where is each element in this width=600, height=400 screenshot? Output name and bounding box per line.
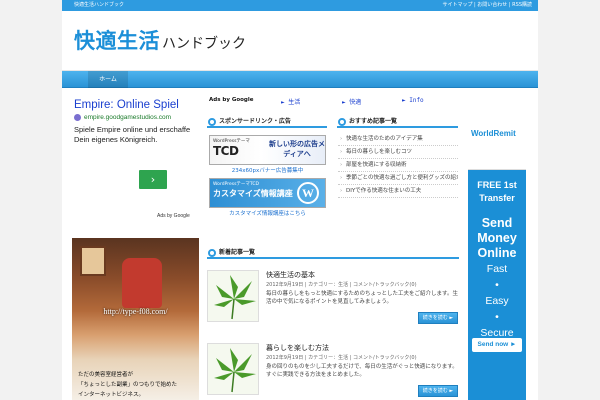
- ad-feature-dot: •: [495, 279, 499, 291]
- ad-title[interactable]: Empire: Online Spiel: [74, 98, 200, 112]
- ad-url-text: empire.goodgamestudios.com: [84, 114, 172, 121]
- tcd-logo: TCD: [213, 144, 239, 158]
- photo-caption-2: 「ちょっとした副業」のつもりで始めた: [78, 382, 178, 388]
- wordpress-icon: W: [297, 182, 319, 204]
- top-bar: 快適生活ハンドブック サイトマップ | お問い合わせ | RSS購読: [62, 0, 538, 11]
- ad-free-transfer: FREE 1st Transfer: [468, 179, 526, 205]
- customize-banner-link[interactable]: カスタマイズ情報講座はこちら: [209, 209, 326, 217]
- new-articles-heading-text: 新着記事一覧: [219, 249, 256, 256]
- right-banner-ad[interactable]: WorldRemit FREE 1st Transfer Send Money …: [468, 104, 526, 400]
- site-tagline: 快適生活ハンドブック: [74, 2, 125, 8]
- heading-ring-icon: [338, 118, 346, 126]
- article-entry: 暮らしを楽しむ方法 2012年9月19日 | カテゴリー：生活 | コメント/ト…: [207, 343, 460, 400]
- ad-link-2[interactable]: ► 快適: [342, 97, 361, 106]
- site-logo[interactable]: 快適生活 ハンドブック: [74, 25, 246, 55]
- logo-sub-text: ハンドブック: [162, 36, 246, 52]
- top-links[interactable]: サイトマップ | お問い合わせ | RSS購読: [442, 1, 532, 8]
- tcd-banner-text: 新しい形の広告メディアへ: [269, 140, 325, 158]
- customize-banner-small: WordPressテーマTCD: [213, 182, 260, 187]
- ads-by-google-links[interactable]: Ads by Google: [209, 97, 253, 103]
- page: 快適生活ハンドブック サイトマップ | お問い合わせ | RSS購読 快適生活ハ…: [0, 0, 600, 400]
- photo-url: http://type-f08.com/: [103, 307, 168, 316]
- heading-ring-icon: [208, 118, 216, 126]
- ad-go-button[interactable]: ›: [139, 170, 167, 189]
- read-more-button[interactable]: 続きを読む ►: [418, 385, 458, 397]
- article-entry: 快適生活の基本 2012年9月19日 | カテゴリー：生活 | コメント/トラッ…: [207, 270, 460, 346]
- global-nav: ホーム: [62, 71, 538, 88]
- list-item[interactable]: DIYで作る快適な住まいの工夫: [338, 185, 458, 198]
- photo-banner[interactable]: http://type-f08.com/ ただの美容室経営者が 「ちょっとした副…: [72, 238, 199, 400]
- article-meta: 2012年9月19日 | カテゴリー：生活 | コメント/トラックバック(0): [266, 282, 417, 288]
- ad-headline-2: Money: [477, 231, 517, 245]
- site-header: 快適生活 ハンドブック: [62, 11, 538, 71]
- photo-caption-1: ただの美容室経営者が: [78, 372, 134, 378]
- ad-free-line-1: FREE 1st: [477, 180, 517, 190]
- globe-icon: [74, 114, 81, 121]
- left-gutter: [0, 0, 62, 400]
- ad-feature-dot: •: [495, 311, 499, 323]
- list-item[interactable]: 快適な生活のためのアイデア集: [338, 133, 458, 146]
- ad-link-1[interactable]: ► 生活: [281, 97, 300, 106]
- photo-caption-3: インターネットビジネス。: [78, 392, 145, 398]
- ad-brand-area: WorldRemit: [468, 104, 526, 170]
- ad-headline-3: Online: [477, 246, 517, 260]
- heading-ring-icon: [208, 249, 216, 257]
- customize-banner-text: カスタマイズ情報講座: [213, 189, 293, 198]
- article-title[interactable]: 快適生活の基本: [266, 270, 315, 280]
- article-meta: 2012年9月19日 | カテゴリー：生活 | コメント/トラックバック(0): [266, 355, 417, 361]
- right-gutter: [538, 0, 600, 400]
- list-item[interactable]: 毎日の暮らしを楽しむコツ: [338, 146, 458, 159]
- sponsor-heading-text: スポンサードリンク・広告: [219, 118, 291, 125]
- recommended-list: 快適な生活のためのアイデア集 毎日の暮らしを楽しむコツ 部屋を快適にする収納術 …: [338, 133, 458, 198]
- ad-url[interactable]: empire.goodgamestudios.com: [74, 114, 200, 121]
- article-title[interactable]: 暮らしを楽しむ方法: [266, 343, 329, 353]
- article-excerpt: 毎日の暮らしをもっと快適にするためのちょっとした工夫をご紹介します。生活の中で気…: [266, 291, 459, 305]
- leaf-icon: [214, 275, 256, 320]
- article-thumbnail[interactable]: [207, 270, 259, 322]
- ad-link-unit: Ads by Google ► 生活 ► 快適 ► Info: [209, 96, 464, 106]
- logo-main-text: 快適生活: [74, 29, 160, 53]
- send-now-button[interactable]: Send now ►: [472, 338, 522, 352]
- list-item[interactable]: 季節ごとの快適な過ごし方と便利グッズの紹介: [338, 172, 458, 185]
- ads-by-google[interactable]: Ads by Google: [157, 213, 190, 219]
- recommended-heading: おすすめ記事一覧: [337, 117, 458, 128]
- sponsor-heading: スポンサードリンク・広告: [207, 117, 327, 128]
- ad-features: Fast • Easy • Secure: [468, 261, 526, 341]
- ad-feature-easy: Easy: [485, 295, 509, 307]
- read-more-button[interactable]: 続きを読む ►: [418, 312, 458, 324]
- article-thumbnail[interactable]: [207, 343, 259, 395]
- ad-free-line-2: Transfer: [479, 193, 515, 203]
- photo-window: [80, 246, 106, 276]
- worldremit-logo: WorldRemit: [471, 129, 516, 138]
- tcd-banner[interactable]: WordPressテーマ TCD 新しい形の広告メディアへ: [209, 135, 326, 165]
- article-excerpt: 身の回りのものを少し工夫するだけで、毎日の生活がぐっと快適になります。すぐに実践…: [266, 364, 458, 378]
- ad-headline: Send Money Online: [468, 216, 526, 261]
- photo-chair: [122, 258, 162, 308]
- nav-home[interactable]: ホーム: [88, 71, 128, 88]
- tcd-banner-link[interactable]: 234x60pxバナー広告募集中: [209, 166, 326, 174]
- ad-description: Spiele Empire online und erschaffe Dein …: [74, 125, 191, 144]
- new-articles-heading: 新着記事一覧: [207, 248, 459, 259]
- ad-feature-fast: Fast: [486, 263, 508, 275]
- list-item[interactable]: 部屋を快適にする収納術: [338, 159, 458, 172]
- customize-banner[interactable]: WordPressテーマTCD カスタマイズ情報講座 W: [209, 178, 326, 208]
- left-text-ad: Empire: Online Spiel empire.goodgamestud…: [74, 98, 200, 226]
- leaf-icon: [214, 348, 256, 393]
- ad-headline-1: Send: [481, 216, 513, 230]
- ad-link-3[interactable]: ► Info: [402, 97, 424, 104]
- recommended-heading-text: おすすめ記事一覧: [349, 118, 398, 125]
